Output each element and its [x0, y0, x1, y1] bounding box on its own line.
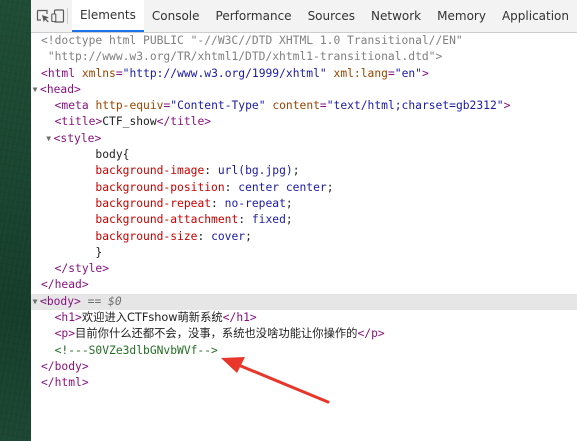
title-tag[interactable]: <title>CTF_show</title>	[31, 114, 577, 130]
meta-tag[interactable]: <meta http-equiv="Content-Type" content=…	[31, 98, 577, 114]
css-value: center center	[238, 180, 327, 194]
html-comment-node[interactable]: <!---S0VZe3dlbGNvbWVf-->	[31, 343, 577, 359]
head-tag-name: head	[46, 82, 75, 96]
html-xmlns-attr: xmlns	[81, 66, 116, 80]
h1-tag-name-close: h1	[236, 311, 250, 325]
style-tag-name-close: style	[68, 262, 103, 276]
comment-text: <!---S0VZe3dlbGNvbWVf-->	[54, 343, 218, 357]
head-tag-name-close: head	[54, 278, 82, 292]
title-tag-name-close: title	[170, 115, 205, 129]
tab-elements[interactable]: Elements	[71, 0, 144, 32]
p-tag-name-close: p	[371, 327, 378, 341]
css-property: background-size	[95, 229, 198, 243]
css-rule-line[interactable]: background-size: cover;	[31, 229, 577, 245]
html-lang-attr: xml:lang	[333, 66, 388, 80]
h1-text: 欢迎进入CTFshow萌新系统	[81, 311, 223, 325]
css-selector-line[interactable]: body{	[31, 147, 577, 163]
meta-content-attr: content	[272, 99, 320, 113]
tab-memory[interactable]: Memory	[429, 0, 494, 32]
h1-tag-name-open: h1	[61, 311, 76, 325]
css-value: cover	[211, 229, 246, 243]
tab-application[interactable]: Application	[494, 0, 577, 32]
expand-triangle-icon[interactable]: ▼	[30, 82, 40, 98]
css-rule-line[interactable]: background-attachment: fixed;	[31, 212, 577, 228]
head-close-tag[interactable]: </head>	[31, 277, 577, 293]
body-tag-name-close: body	[54, 359, 82, 373]
css-property: background-attachment	[95, 213, 239, 227]
h1-element[interactable]: <h1>欢迎进入CTFshow萌新系统</h1>	[31, 310, 577, 326]
html-lang-value: "en"	[394, 66, 422, 80]
body-tag-name: body	[46, 294, 75, 308]
css-value: fixed	[251, 213, 286, 227]
title-tag-name-open: title	[61, 115, 96, 129]
device-toolbar-icon[interactable]	[50, 0, 65, 32]
css-property: background-image	[95, 164, 205, 178]
doctype-line[interactable]: <!doctype html PUBLIC "-//W3C//DTD XHTML…	[31, 33, 577, 49]
p-element[interactable]: <p>目前你什么还都不会，没事，系统也没啥功能让你操作的</p>	[31, 326, 577, 342]
meta-tag-name: meta	[61, 99, 89, 113]
css-property: background-repeat	[95, 196, 212, 210]
dom-tree: <!doctype html PUBLIC "-//W3C//DTD XHTML…	[31, 33, 577, 441]
more-actions-dots-icon[interactable]: ···	[33, 294, 49, 310]
toolbar-divider	[67, 8, 68, 24]
meta-content-value: "text/html;charset=gb2312"	[326, 99, 504, 113]
page-background-strip	[0, 0, 31, 441]
css-value: url(bg.jpg)	[217, 164, 293, 178]
doctype-text: <!doctype html PUBLIC "-//W3C//DTD XHTML…	[41, 34, 463, 47]
css-close-brace: }	[95, 245, 103, 259]
tab-sources[interactable]: Sources	[300, 0, 363, 32]
doctype-text-continued: "http://www.w3.org/TR/xhtml1/DTD/xhtml1-…	[47, 50, 443, 64]
head-open-tag[interactable]: ▼ <head>	[31, 82, 577, 98]
devtools-toolbar: Elements Console Performance Sources Net…	[31, 0, 577, 33]
html-open-tag[interactable]: <html xmlns="http://www.w3.org/1999/xhtm…	[31, 66, 577, 82]
css-rule-line[interactable]: background-position: center center;	[31, 180, 577, 196]
devtools-panel: Elements Console Performance Sources Net…	[31, 0, 577, 441]
css-rule-line[interactable]: background-repeat: no-repeat;	[31, 196, 577, 212]
body-close-tag[interactable]: </body>	[31, 359, 577, 375]
css-close-line[interactable]: }	[31, 245, 577, 261]
style-close-tag[interactable]: </style>	[31, 261, 577, 277]
meta-http-equiv-value: "Content-Type"	[170, 99, 266, 113]
style-open-tag[interactable]: ▼ <style>	[31, 131, 577, 147]
tab-network[interactable]: Network	[363, 0, 429, 32]
tab-performance[interactable]: Performance	[208, 0, 300, 32]
style-tag-name-open: style	[60, 131, 95, 145]
html-close-tag[interactable]: </html>	[31, 375, 577, 391]
body-open-tag-selected[interactable]: ··· ▼ <body> == $0	[31, 293, 577, 311]
title-text: CTF_show	[102, 115, 157, 129]
meta-http-equiv-attr: http-equiv	[95, 99, 164, 113]
tab-console[interactable]: Console	[144, 0, 208, 32]
expand-triangle-icon[interactable]: ▼	[44, 131, 54, 147]
html-xmlns-value: "http://www.w3.org/1999/xhtml"	[122, 66, 327, 80]
css-property: background-position	[95, 180, 225, 194]
doctype-line-continued[interactable]: "http://www.w3.org/TR/xhtml1/DTD/xhtml1-…	[31, 49, 577, 65]
html-tag-name: html	[47, 66, 76, 80]
html-tag-name-close: html	[54, 376, 82, 390]
p-text: 目前你什么还都不会，没事，系统也没啥功能让你操作的	[75, 327, 358, 341]
selected-node-marker: == $0	[87, 294, 122, 308]
css-rule-line[interactable]: background-image: url(bg.jpg);	[31, 163, 577, 179]
inspect-element-icon[interactable]	[35, 0, 50, 32]
css-selector: body{	[95, 148, 130, 162]
css-value: no-repeat	[224, 196, 286, 210]
